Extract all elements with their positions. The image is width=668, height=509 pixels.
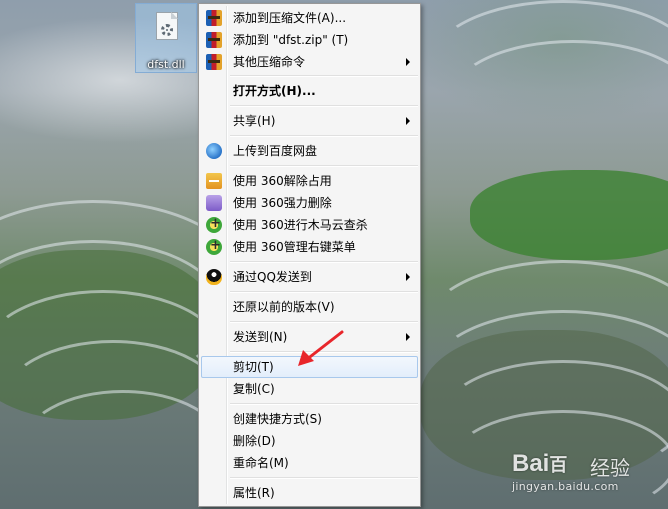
baidu-jingyan-watermark: Bai百 经验 jingyan.baidu.com: [512, 450, 662, 505]
watermark-url: jingyan.baidu.com: [512, 480, 619, 493]
annotation-arrow: [298, 330, 344, 366]
watermark-text: 经验: [590, 456, 630, 480]
watermark-logo: Bai百: [512, 450, 568, 477]
